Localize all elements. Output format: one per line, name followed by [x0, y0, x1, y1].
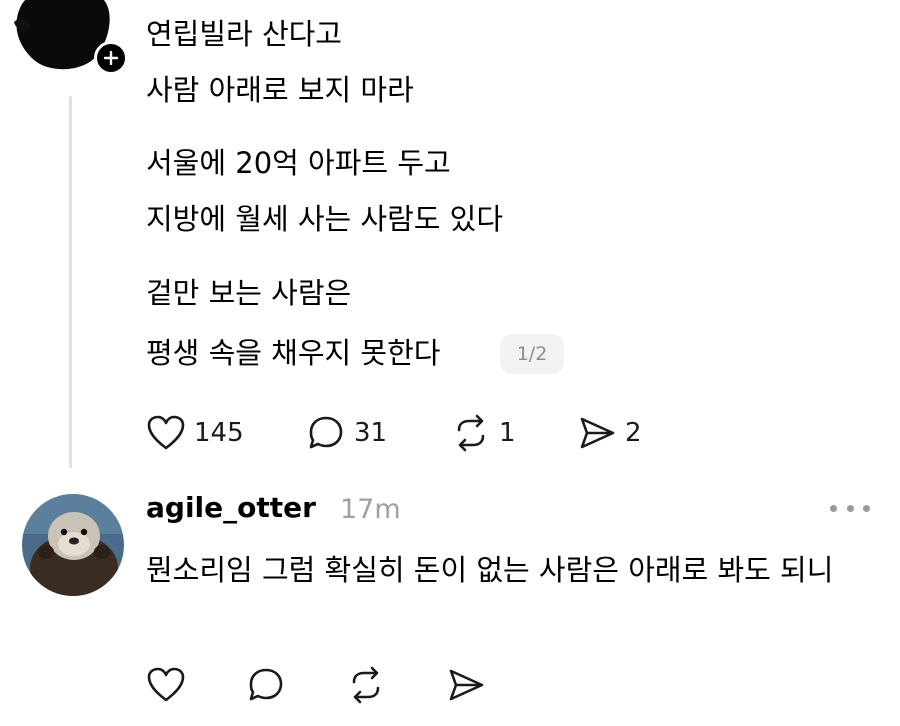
post-line: 지방에 월세 사는 사람도 있다 [146, 202, 504, 236]
comment-button[interactable]: 31 [306, 414, 451, 452]
reply-username[interactable]: agile_otter [146, 490, 316, 526]
thread-connector-line [69, 96, 72, 468]
post-line: 사람 아래로 보지 마라 [146, 73, 414, 107]
repost-icon [352, 666, 380, 704]
like-button[interactable]: 145 [146, 414, 306, 452]
like-count: 145 [194, 418, 244, 448]
image-page-indicator[interactable]: 1/2 [500, 334, 564, 374]
plus-icon [104, 51, 118, 65]
follow-plus-button[interactable] [94, 41, 128, 75]
repost-count: 1 [499, 418, 516, 448]
reply-share-button[interactable] [446, 666, 486, 704]
repost-icon [457, 414, 485, 452]
repost-button[interactable]: 1 [451, 414, 577, 452]
share-count: 2 [625, 418, 642, 448]
comment-bubble-icon [249, 668, 283, 701]
heart-icon [147, 667, 185, 702]
reply-body: 뭔소리임 그럼 확실히 돈이 없는 사람은 아래로 봐도 되니 [146, 553, 834, 587]
more-options-button[interactable] [830, 498, 870, 518]
reply-comment-button[interactable] [246, 666, 346, 704]
more-dots-icon [830, 504, 837, 512]
reply-avatar[interactable] [22, 494, 124, 596]
reply-repost-button[interactable] [346, 666, 446, 704]
comment-bubble-icon [309, 416, 343, 449]
heart-icon [147, 415, 185, 450]
post-line: 서울에 20억 아파트 두고 [146, 146, 451, 180]
post-action-bar: 145 31 1 2 [146, 414, 642, 452]
post-line: 연립빌라 산다고 [146, 17, 342, 51]
reply-timestamp: 17m [340, 494, 401, 525]
more-dots-icon [846, 504, 854, 512]
post-line: 겉만 보는 사람은 [146, 276, 352, 310]
send-icon [449, 669, 484, 701]
comment-count: 31 [354, 418, 388, 448]
more-dots-icon [863, 504, 870, 512]
send-icon [580, 417, 615, 449]
reply-action-bar [146, 666, 486, 704]
reply-like-button[interactable] [146, 666, 246, 704]
share-button[interactable]: 2 [577, 414, 642, 452]
post-line: 평생 속을 채우지 못한다 [146, 336, 441, 370]
